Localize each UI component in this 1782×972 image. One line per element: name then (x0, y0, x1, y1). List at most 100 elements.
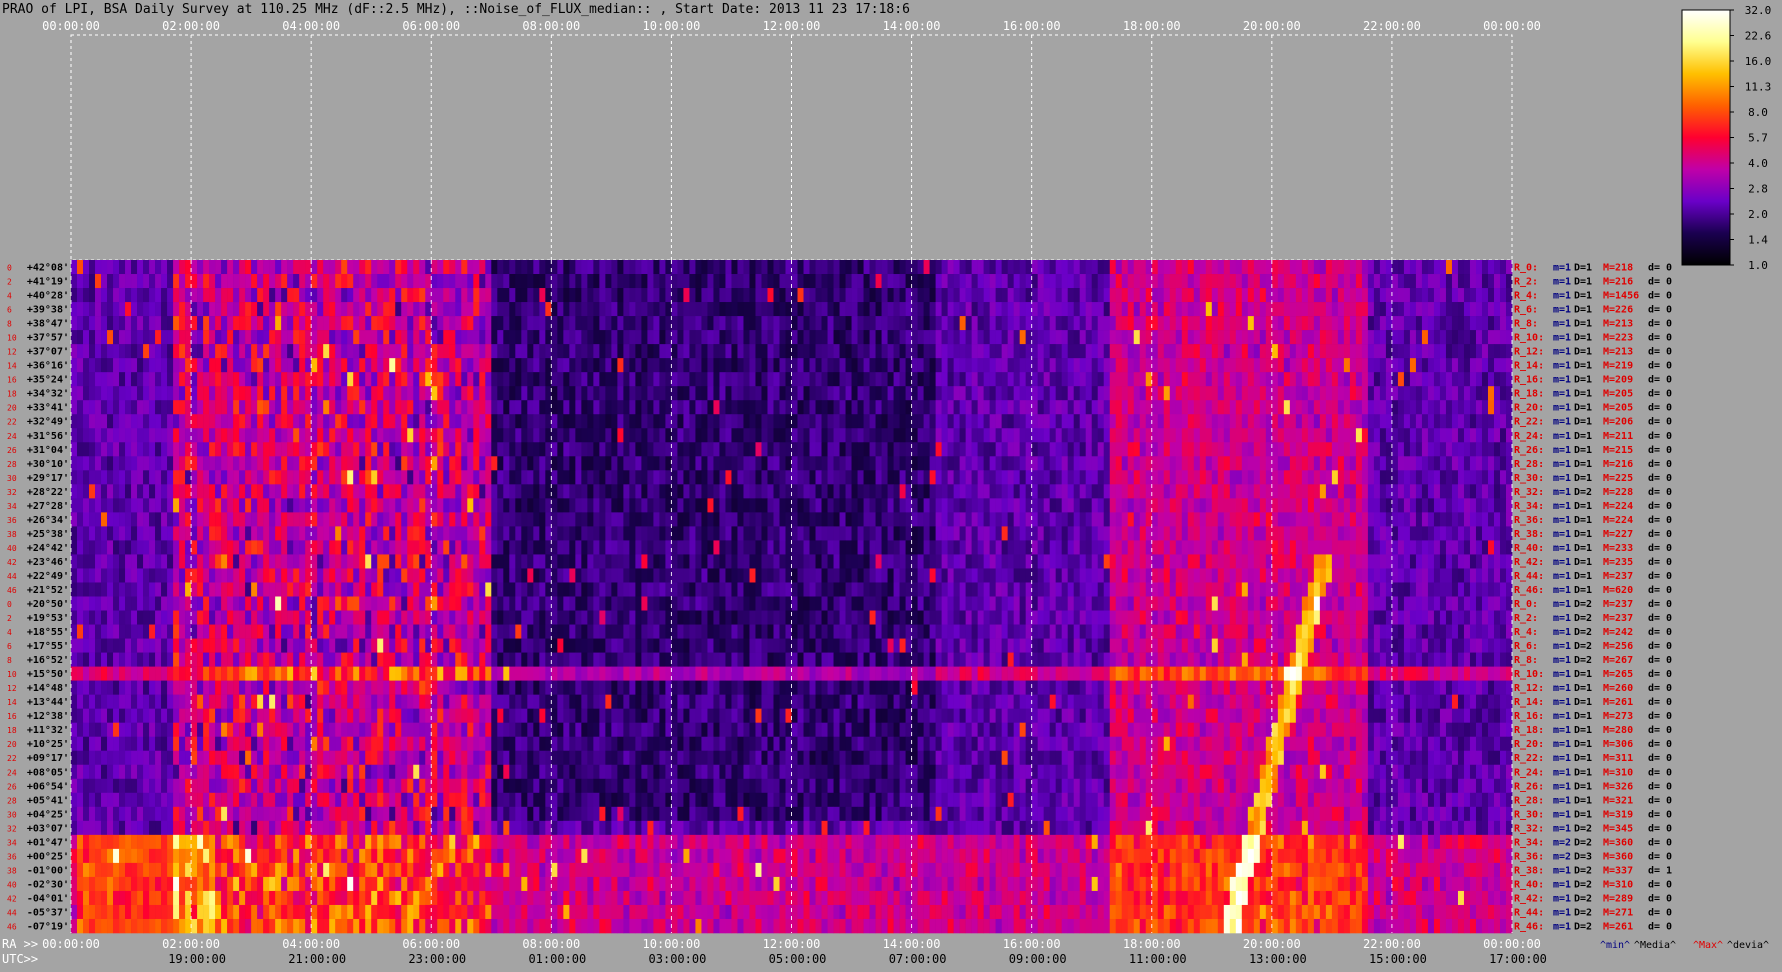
heatmap-cell (1338, 358, 1344, 372)
heatmap-cell (1362, 414, 1368, 428)
heatmap-cell (125, 442, 131, 456)
heatmap-cell (924, 274, 930, 288)
heatmap-cell (1470, 526, 1476, 540)
heatmap-cell (1452, 372, 1458, 386)
heatmap-cell (761, 260, 767, 274)
heatmap-cell (275, 512, 281, 526)
heatmap-cell (1218, 400, 1224, 414)
heatmap-cell (785, 358, 791, 372)
heatmap-cell (1056, 344, 1062, 358)
heatmap-cell (1128, 274, 1134, 288)
heatmap-cell (1332, 526, 1338, 540)
heatmap-cell (113, 288, 119, 302)
heatmap-cell (389, 274, 395, 288)
heatmap-cell (1332, 400, 1338, 414)
heatmap-cell (1134, 442, 1140, 456)
heatmap-cell (1308, 316, 1314, 330)
heatmap-cell (545, 428, 551, 442)
heatmap-cell (840, 540, 846, 554)
heatmap-cell (509, 274, 515, 288)
heatmap-cell (149, 302, 155, 316)
heatmap-cell (1116, 512, 1122, 526)
heatmap-cell (113, 274, 119, 288)
heatmap-cell (407, 400, 413, 414)
heatmap-cell (984, 358, 990, 372)
heatmap-cell (942, 470, 948, 484)
heatmap-cell (1038, 260, 1044, 274)
heatmap-cell (1308, 428, 1314, 442)
heatmap-cell (113, 400, 119, 414)
heatmap-cell (413, 498, 419, 512)
heatmap-cell (1050, 386, 1056, 400)
heatmap-cell (251, 456, 257, 470)
heatmap-cell (1386, 470, 1392, 484)
heatmap-cell (978, 274, 984, 288)
heatmap-cell (930, 344, 936, 358)
heatmap-cell (840, 456, 846, 470)
heatmap-cell (89, 372, 95, 386)
heatmap-cell (918, 302, 924, 316)
heatmap-cell (659, 456, 665, 470)
heatmap-cell (311, 372, 317, 386)
heatmap-cell (467, 372, 473, 386)
heatmap-cell (503, 526, 509, 540)
heatmap-cell (431, 316, 437, 330)
heatmap-cell (1254, 442, 1260, 456)
heatmap-cell (713, 358, 719, 372)
heatmap-cell (1128, 512, 1134, 526)
heatmap-cell (623, 302, 629, 316)
heatmap-cell (1326, 302, 1332, 316)
heatmap-cell (954, 414, 960, 428)
heatmap-cell (761, 470, 767, 484)
heatmap-cell (852, 386, 858, 400)
heatmap-cell (990, 428, 996, 442)
heatmap-cell (569, 302, 575, 316)
heatmap-cell (125, 512, 131, 526)
heatmap-cell (335, 274, 341, 288)
heatmap-cell (761, 330, 767, 344)
heatmap-cell (1446, 386, 1452, 400)
heatmap-cell (930, 372, 936, 386)
heatmap-cell (749, 484, 755, 498)
heatmap-cell (419, 330, 425, 344)
heatmap-cell (912, 288, 918, 302)
heatmap-cell (1404, 288, 1410, 302)
heatmap-cell (431, 484, 437, 498)
heatmap-cell (755, 470, 761, 484)
heatmap-cell (1332, 274, 1338, 288)
heatmap-cell (876, 428, 882, 442)
heatmap-cell (269, 540, 275, 554)
heatmap-cell (545, 358, 551, 372)
heatmap-cell (773, 414, 779, 428)
heatmap-cell (227, 512, 233, 526)
heatmap-cell (185, 442, 191, 456)
heatmap-cell (659, 512, 665, 526)
heatmap-cell (1152, 372, 1158, 386)
heatmap-cell (888, 540, 894, 554)
heatmap-cell (323, 344, 329, 358)
heatmap-cell (1110, 372, 1116, 386)
heatmap-cell (521, 260, 527, 274)
heatmap-cell (924, 512, 930, 526)
heatmap-cell (1338, 274, 1344, 288)
heatmap-cell (1020, 288, 1026, 302)
heatmap-cell (107, 484, 113, 498)
heatmap-cell (269, 372, 275, 386)
heatmap-cell (1254, 372, 1260, 386)
heatmap-cell (1050, 274, 1056, 288)
heatmap-cell (1380, 512, 1386, 526)
heatmap-cell (563, 526, 569, 540)
heatmap-cell (1140, 386, 1146, 400)
heatmap-cell (1134, 428, 1140, 442)
heatmap-cell (1500, 428, 1506, 442)
heatmap-cell (1128, 456, 1134, 470)
heatmap-cell (179, 526, 185, 540)
heatmap-cell (395, 302, 401, 316)
heatmap-cell (1368, 274, 1374, 288)
heatmap-cell (792, 260, 798, 274)
heatmap-cell (575, 316, 581, 330)
heatmap-cell (557, 526, 563, 540)
heatmap-cell (311, 386, 317, 400)
heatmap-cell (707, 498, 713, 512)
heatmap-cell (1086, 414, 1092, 428)
